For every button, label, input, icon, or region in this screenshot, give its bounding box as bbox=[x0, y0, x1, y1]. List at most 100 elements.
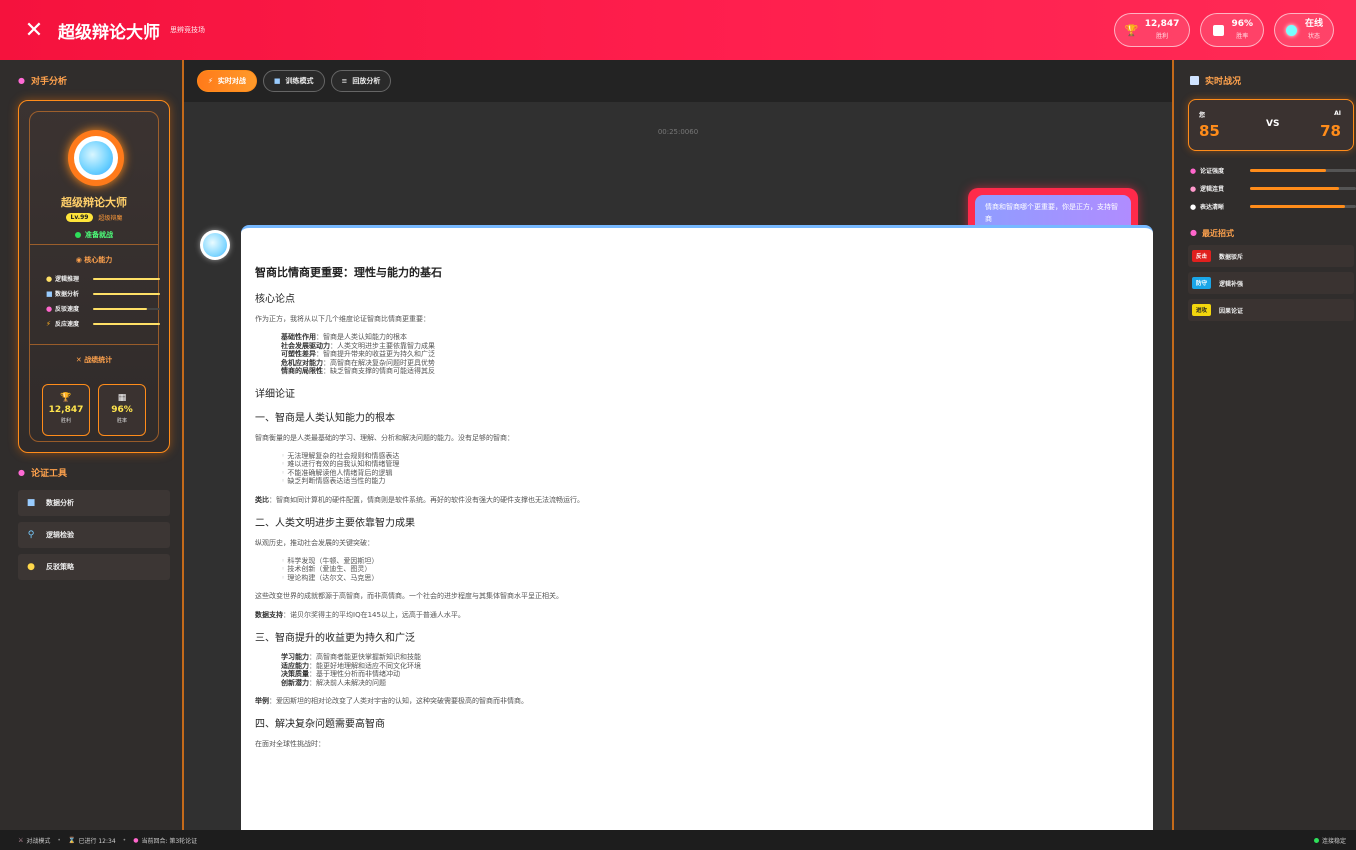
skill-rebuttal: ● 反驳速度 bbox=[46, 304, 160, 313]
skill-bar bbox=[93, 277, 160, 280]
list-item: 难以进行有效的自我认知和情绪管理 bbox=[281, 460, 1139, 469]
level-row: Lv.99 超级辩魔 bbox=[30, 213, 158, 222]
lightning-icon: ⚡ bbox=[208, 77, 213, 85]
section2-data: 数据支持：诺贝尔奖得主的平均IQ在145以上，远高于普通人水平。 bbox=[255, 611, 465, 619]
tool-label: 反驳策略 bbox=[46, 563, 74, 571]
timer-icon: ⌛ bbox=[67, 836, 76, 844]
list-item: 理论构建（达尔文、马克思） bbox=[281, 574, 1139, 583]
main-panel: ⚡ 实时对战 ■ 训练模式 ≡ 回放分析 00:25:0060 情商和智商哪个更重要，… bbox=[184, 60, 1172, 830]
divider bbox=[30, 244, 158, 245]
tab-live-battle[interactable]: ⚡ 实时对战 bbox=[197, 70, 257, 92]
trophy-icon: 🏆 bbox=[1124, 23, 1139, 37]
tool-label: 逻辑检验 bbox=[46, 531, 74, 539]
left-sidebar: ● 对手分析 超级辩论大师 Lv.99 超级辩魔 准备就战 ◉ 核心能力 ● 逻辑推理… bbox=[0, 60, 184, 830]
recent-moves-text: 最近招式 bbox=[1201, 229, 1234, 238]
target-icon: ● bbox=[1190, 166, 1197, 175]
divider bbox=[30, 344, 158, 345]
app-title: 超级辩论大师 bbox=[58, 22, 160, 43]
tool-rebuttal-strategy[interactable]: ● 反驳策略 bbox=[18, 554, 170, 580]
status-text: 准备就战 bbox=[85, 231, 113, 239]
tab-bar: ⚡ 实时对战 ■ 训练模式 ≡ 回放分析 bbox=[184, 60, 1172, 102]
target-icon: ● bbox=[18, 76, 25, 85]
speech-bubble-icon: ● bbox=[1190, 202, 1197, 211]
skill-data: ■ 数据分析 bbox=[46, 289, 160, 298]
list-item: 社会发展驱动力：人类文明进步主要依靠智力成果 bbox=[281, 341, 435, 350]
core-heading: 核心论点 bbox=[255, 294, 295, 305]
winrate-stat: 96% 胜率 bbox=[1200, 13, 1264, 47]
list-item: 情商的局限性：缺乏智商支撑的情商可能适得其反 bbox=[281, 367, 435, 375]
vs-label: VS bbox=[1266, 119, 1280, 129]
metric-bar bbox=[1250, 169, 1327, 172]
move-label: 数据驳斥 bbox=[1219, 253, 1244, 261]
tools-section-title: ● 论证工具 bbox=[0, 452, 67, 479]
move-tag: 防守 bbox=[1192, 277, 1212, 289]
skill-reaction: ⚡ 反应速度 bbox=[46, 319, 160, 328]
list-item: 技术创新（爱迪生、图灵） bbox=[281, 565, 1139, 574]
skill-label: 逻辑推理 bbox=[55, 276, 80, 283]
live-status-title: 实时战况 bbox=[1174, 60, 1356, 87]
you-score: 85 bbox=[1199, 122, 1220, 140]
opponent-card: 超级辩论大师 Lv.99 超级辩魔 准备就战 ◉ 核心能力 ● 逻辑推理 ■ 数据分析… bbox=[18, 100, 170, 453]
opponent-name: 超级辩论大师 bbox=[61, 196, 127, 209]
tool-data-analysis[interactable]: ■ 数据分析 bbox=[18, 490, 170, 516]
online-value: 在线 bbox=[1304, 19, 1323, 29]
chart-icon bbox=[1211, 23, 1225, 37]
online-stat: 在线 状态 bbox=[1273, 13, 1334, 47]
online-dot-icon bbox=[75, 232, 81, 238]
section4-text: 在面对全球性挑战时： bbox=[255, 740, 325, 748]
list-item: 危机应对能力：高智商在解决复杂问题时更具优势 bbox=[281, 358, 435, 367]
mini-stat-wins: 🏆 12,847 胜利 bbox=[42, 384, 90, 436]
status-indicator: 准备就战 bbox=[30, 230, 158, 240]
target-icon: ● bbox=[133, 836, 139, 844]
status-bar: ⚔ 对战模式 • ⌛ 已进行 12:34 • ● 当前回合: 第3轮论证 连接稳定 bbox=[0, 830, 1356, 850]
target-icon: ● bbox=[46, 304, 53, 313]
elapsed-text: 已进行 12:34 bbox=[78, 837, 116, 845]
target-icon: ● bbox=[1190, 228, 1197, 237]
recent-move: 防守 逻辑补强 bbox=[1188, 272, 1354, 294]
mini-stat-winrate: ▦ 96% 胜率 bbox=[98, 384, 146, 436]
metric-bar bbox=[1250, 205, 1346, 208]
list-item: 无法理解复杂的社会规则和情感表达 bbox=[281, 452, 1139, 461]
connection-text: 连接稳定 bbox=[1321, 837, 1346, 845]
mode-text: 对战模式 bbox=[26, 837, 51, 845]
tool-label: 数据分析 bbox=[46, 499, 74, 507]
status-dot-icon bbox=[1285, 23, 1299, 37]
connection-status: 连接稳定 bbox=[1313, 836, 1346, 845]
section3-list: 学习能力：高智商者能更快掌握新知识和技能 适应能力：能更好地理解和适应不同文化环… bbox=[255, 653, 1139, 687]
skill-bar bbox=[93, 322, 160, 325]
skill-label: 反驳速度 bbox=[55, 306, 80, 313]
wins-stat: 🏆 12,847 胜利 bbox=[1113, 13, 1191, 47]
rank-label: 超级辩魔 bbox=[98, 215, 123, 222]
skill-label: 数据分析 bbox=[55, 291, 80, 298]
wins-value: 12,847 bbox=[1144, 19, 1180, 29]
tool-logic-check[interactable]: ⚲ 逻辑检验 bbox=[18, 522, 170, 548]
battle-stats-title: ✕ 战绩统计 bbox=[75, 356, 113, 364]
mini-stat-value: 96% bbox=[111, 405, 133, 415]
opponent-section-title: ● 对手分析 bbox=[0, 60, 182, 87]
lightbulb-icon: ● bbox=[46, 274, 53, 283]
tab-training[interactable]: ■ 训练模式 bbox=[262, 70, 325, 92]
metric-label: 论证强度 bbox=[1200, 168, 1225, 175]
ai-response: 智商比情商更重要：理性与能力的基石 核心论点 作为正方，我将从以下几个维度论证智… bbox=[241, 225, 1153, 830]
section3-heading: 三、智商提升的收益更为持久和广泛 bbox=[255, 633, 415, 644]
tab-replay[interactable]: ≡ 回放分析 bbox=[330, 70, 392, 92]
section1-list: 无法理解复杂的社会规则和情感表达 难以进行有效的自我认知和情绪管理 不能准确解读… bbox=[255, 452, 1139, 486]
lightbulb-icon: ● bbox=[27, 562, 35, 572]
chart-icon: ■ bbox=[26, 498, 36, 508]
opponent-title-text: 对手分析 bbox=[30, 77, 67, 87]
move-tag: 反击 bbox=[1192, 250, 1212, 262]
recent-moves-title: ● 最近招式 bbox=[1190, 228, 1234, 239]
metric-label: 逻辑连贯 bbox=[1200, 186, 1225, 193]
chart-icon: ■ bbox=[46, 289, 53, 298]
wins-label: 胜利 bbox=[1156, 33, 1169, 40]
section1-text: 智商衡量的是人类最基础的学习、理解、分析和解决问题的能力。没有足够的智商： bbox=[255, 433, 514, 442]
move-tag: 进攻 bbox=[1192, 304, 1212, 316]
core-points-list: 基础性作用：智商是人类认知能力的根本 社会发展驱动力：人类文明进步主要依靠智力成… bbox=[255, 333, 1139, 376]
level-badge: Lv.99 bbox=[65, 213, 94, 222]
skill-bar bbox=[93, 307, 147, 310]
section2-heading: 二、人类文明进步主要依靠智力成果 bbox=[255, 517, 415, 529]
tools-title-text: 论证工具 bbox=[30, 469, 67, 479]
lightning-icon: ⚡ bbox=[46, 319, 51, 328]
core-ability-text: 核心能力 bbox=[84, 256, 113, 264]
chat-area[interactable]: 00:25:0060 情商和智商哪个更重要，你是正方，支持智商 智商比情商更重要… bbox=[184, 102, 1172, 830]
